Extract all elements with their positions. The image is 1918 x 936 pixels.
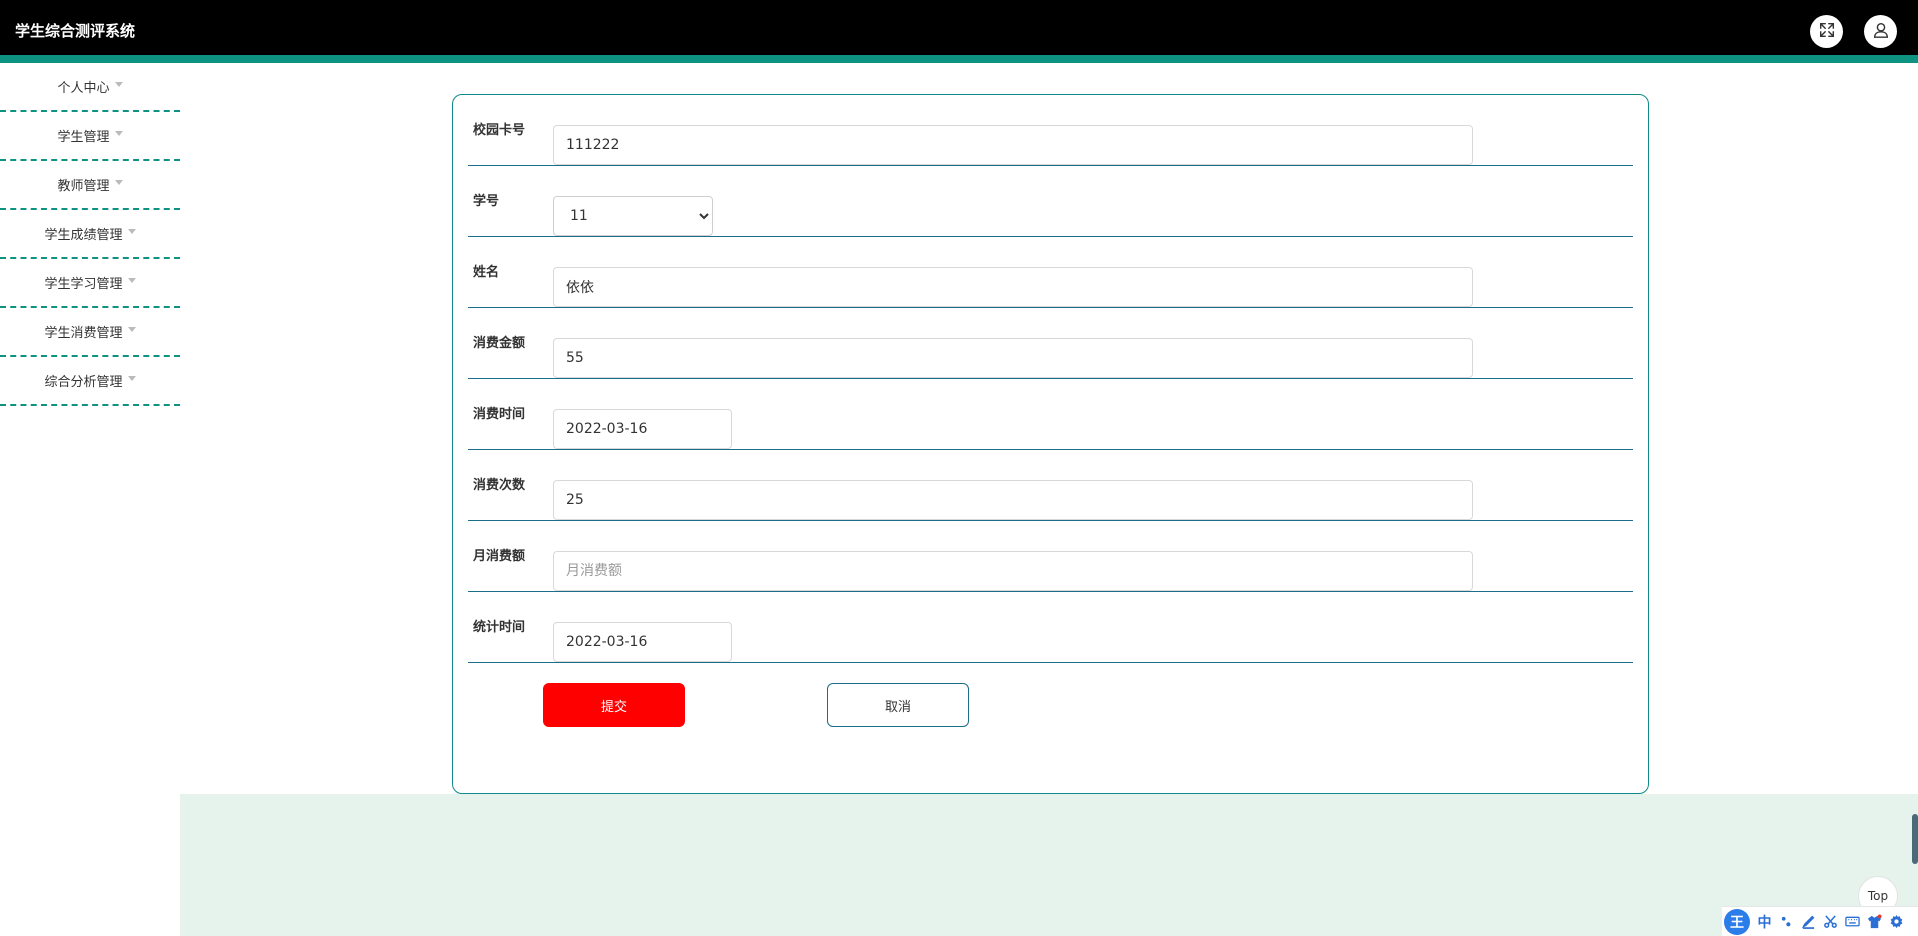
user-icon (1872, 21, 1890, 43)
form-row-stat-time: 统计时间 (468, 592, 1633, 663)
caret-down-icon (127, 278, 136, 283)
pen-icon[interactable] (1801, 913, 1816, 931)
caret-down-icon (114, 82, 123, 87)
submit-button[interactable]: 提交 (543, 683, 685, 727)
sidebar-item-student-management[interactable]: 学生管理 (0, 112, 180, 161)
sidebar-item-consumption-management[interactable]: 学生消费管理 (0, 308, 180, 357)
consume-time-date-input[interactable] (553, 409, 732, 449)
caret-down-icon (114, 131, 123, 136)
footer-area (180, 794, 1918, 936)
amount-input[interactable] (553, 338, 1473, 378)
user-menu-button[interactable] (1864, 15, 1897, 48)
form-row-name: 姓名 (468, 237, 1633, 308)
monthly-label: 月消费额 (473, 549, 526, 564)
form-row-consume-time: 消费时间 (468, 379, 1633, 450)
form-row-amount: 消费金额 (468, 308, 1633, 379)
consume-time-label: 消费时间 (473, 407, 526, 422)
name-input[interactable] (553, 267, 1473, 307)
amount-label: 消费金额 (473, 336, 526, 351)
caret-down-icon (127, 376, 136, 381)
sidebar-item-analysis-management[interactable]: 综合分析管理 (0, 357, 180, 406)
stat-time-label: 统计时间 (473, 620, 526, 635)
skin-icon[interactable] (1867, 913, 1882, 931)
punctuation-icon[interactable] (1779, 913, 1794, 931)
student-id-label: 学号 (473, 194, 500, 209)
scissors-icon[interactable] (1823, 913, 1838, 931)
sidebar-item-teacher-management[interactable]: 教师管理 (0, 161, 180, 210)
sidebar-item-label: 教师管理 (57, 179, 110, 194)
top-bar: 学生综合测评系统 (0, 0, 1918, 55)
scrollbar-thumb[interactable] (1912, 814, 1918, 864)
monthly-input[interactable] (553, 551, 1473, 591)
stat-time-date-input[interactable] (553, 622, 732, 662)
ime-logo[interactable]: 王 (1724, 908, 1750, 935)
sidebar: 个人中心 学生管理 教师管理 学生成绩管理 学生学习管理 学生消费管理 综合分析… (0, 63, 180, 406)
caret-down-icon (127, 327, 136, 332)
expand-icon (1818, 21, 1836, 43)
sidebar-item-label: 学生学习管理 (44, 277, 123, 292)
form-row-monthly: 月消费额 (468, 521, 1633, 592)
sidebar-item-personal-center[interactable]: 个人中心 (0, 63, 180, 112)
keyboard-icon[interactable] (1845, 913, 1860, 931)
form-row-count: 消费次数 (468, 450, 1633, 521)
sidebar-item-label: 个人中心 (57, 81, 110, 96)
sidebar-item-label: 学生消费管理 (44, 326, 123, 341)
sidebar-item-label: 学生成绩管理 (44, 228, 123, 243)
cancel-button[interactable]: 取消 (827, 683, 969, 727)
student-id-select[interactable]: 11 (553, 196, 713, 236)
form-row-campus-card: 校园卡号 (468, 95, 1633, 166)
fullscreen-button[interactable] (1810, 15, 1843, 48)
count-label: 消费次数 (473, 478, 526, 493)
caret-down-icon (114, 180, 123, 185)
settings-icon[interactable] (1889, 913, 1904, 931)
sidebar-item-label: 综合分析管理 (44, 375, 123, 390)
ime-mode-toggle[interactable]: 中 (1757, 913, 1772, 931)
sidebar-item-score-management[interactable]: 学生成绩管理 (0, 210, 180, 259)
caret-down-icon (127, 229, 136, 234)
campus-card-label: 校园卡号 (473, 123, 526, 138)
sidebar-item-study-management[interactable]: 学生学习管理 (0, 259, 180, 308)
campus-card-input[interactable] (553, 125, 1473, 165)
count-input[interactable] (553, 480, 1473, 520)
form-row-student-id: 学号 11 (468, 166, 1633, 237)
sidebar-item-label: 学生管理 (57, 130, 110, 145)
ime-toolbar: 王 中 (1722, 906, 1918, 936)
name-label: 姓名 (473, 265, 500, 280)
consumption-form: 校园卡号 学号 11 姓名 消费金额 消费时间 消费次数 月消费额 统计时间 提… (452, 94, 1649, 794)
top-accent-stripe (0, 55, 1918, 63)
app-title: 学生综合测评系统 (15, 22, 136, 40)
